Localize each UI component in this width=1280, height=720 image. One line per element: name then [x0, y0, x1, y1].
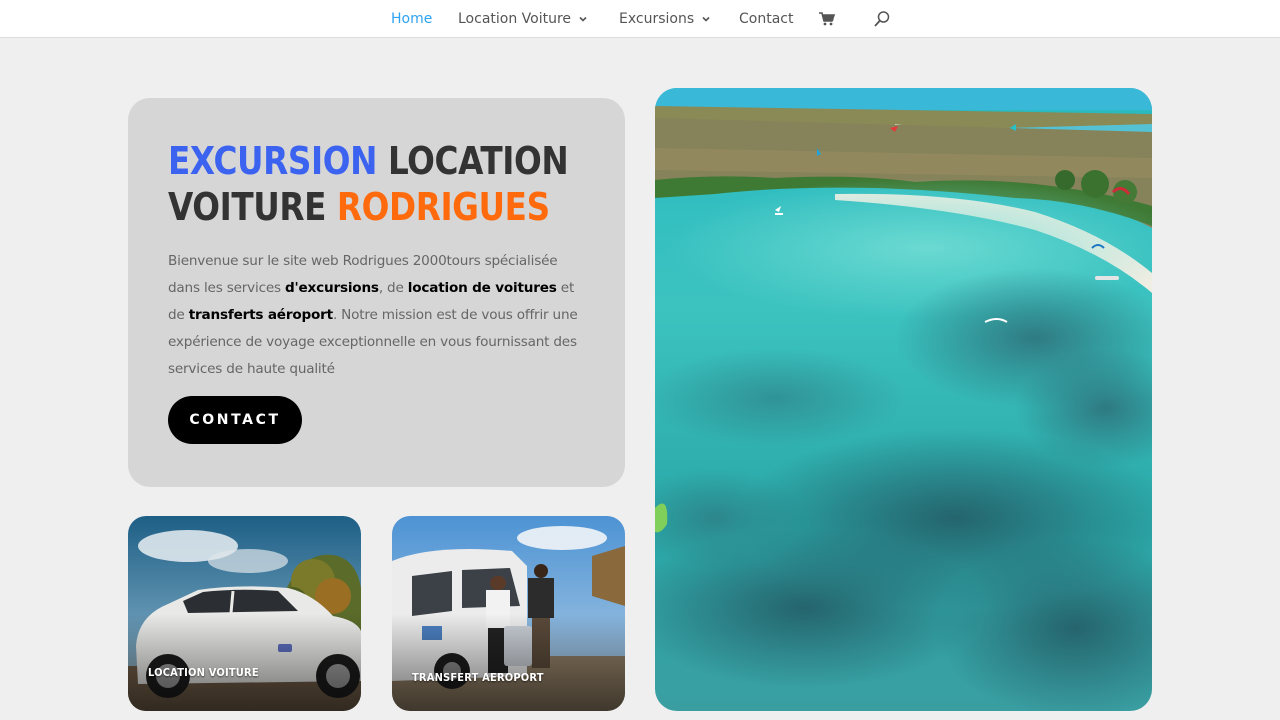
contact-button[interactable]: CONTACT: [168, 396, 302, 444]
hero-card: EXCURSION LOCATION VOITURE RODRIGUES Bie…: [128, 98, 625, 487]
hero-text-bold-transferts: transferts aéroport: [188, 307, 333, 323]
hero-text-part: , de: [378, 280, 408, 296]
nav-item-label: Contact: [739, 11, 794, 27]
hero-title-excursion: EXCURSION: [168, 139, 378, 183]
nav-item-excursions[interactable]: Excursions: [619, 0, 712, 38]
nav-item-label: Home: [391, 11, 433, 27]
hero-text-bold-excursions: d'excursions: [285, 280, 379, 296]
hero-description: Bienvenue sur le site web Rodrigues 2000…: [168, 248, 588, 383]
hero-title-voiture: VOITURE: [168, 185, 326, 229]
chevron-down-icon: [577, 13, 589, 25]
search-icon[interactable]: [873, 0, 891, 38]
nav-item-contact[interactable]: Contact: [739, 0, 793, 38]
chevron-down-icon: [700, 13, 712, 25]
site-header: Home Location Voiture Excursions Contact: [0, 0, 1280, 38]
hero-text-bold-location: location de voitures: [407, 280, 557, 296]
white-suv-photo: [128, 516, 361, 711]
beach-photo-drawing: [655, 88, 1152, 711]
tile-label: TRANSFERT AEROPORT: [412, 671, 544, 684]
beach-lagoon-aerial-photo: [655, 88, 1152, 711]
hero-title-location: LOCATION: [387, 139, 569, 183]
cart-icon[interactable]: [818, 0, 836, 38]
nav-item-label: Location Voiture: [458, 11, 572, 27]
tile-transfert-aeroport[interactable]: TRANSFERT AEROPORT: [392, 516, 625, 711]
nav-item-label: Excursions: [619, 11, 695, 27]
nav-item-location-voiture[interactable]: Location Voiture: [458, 0, 589, 38]
tile-location-voiture[interactable]: LOCATION VOITURE: [128, 516, 361, 711]
nav-item-home[interactable]: Home: [391, 0, 432, 38]
tile-label: LOCATION VOITURE: [148, 666, 259, 679]
hero-title: EXCURSION LOCATION VOITURE RODRIGUES: [168, 138, 569, 230]
hero-title-rodrigues: RODRIGUES: [336, 185, 550, 229]
